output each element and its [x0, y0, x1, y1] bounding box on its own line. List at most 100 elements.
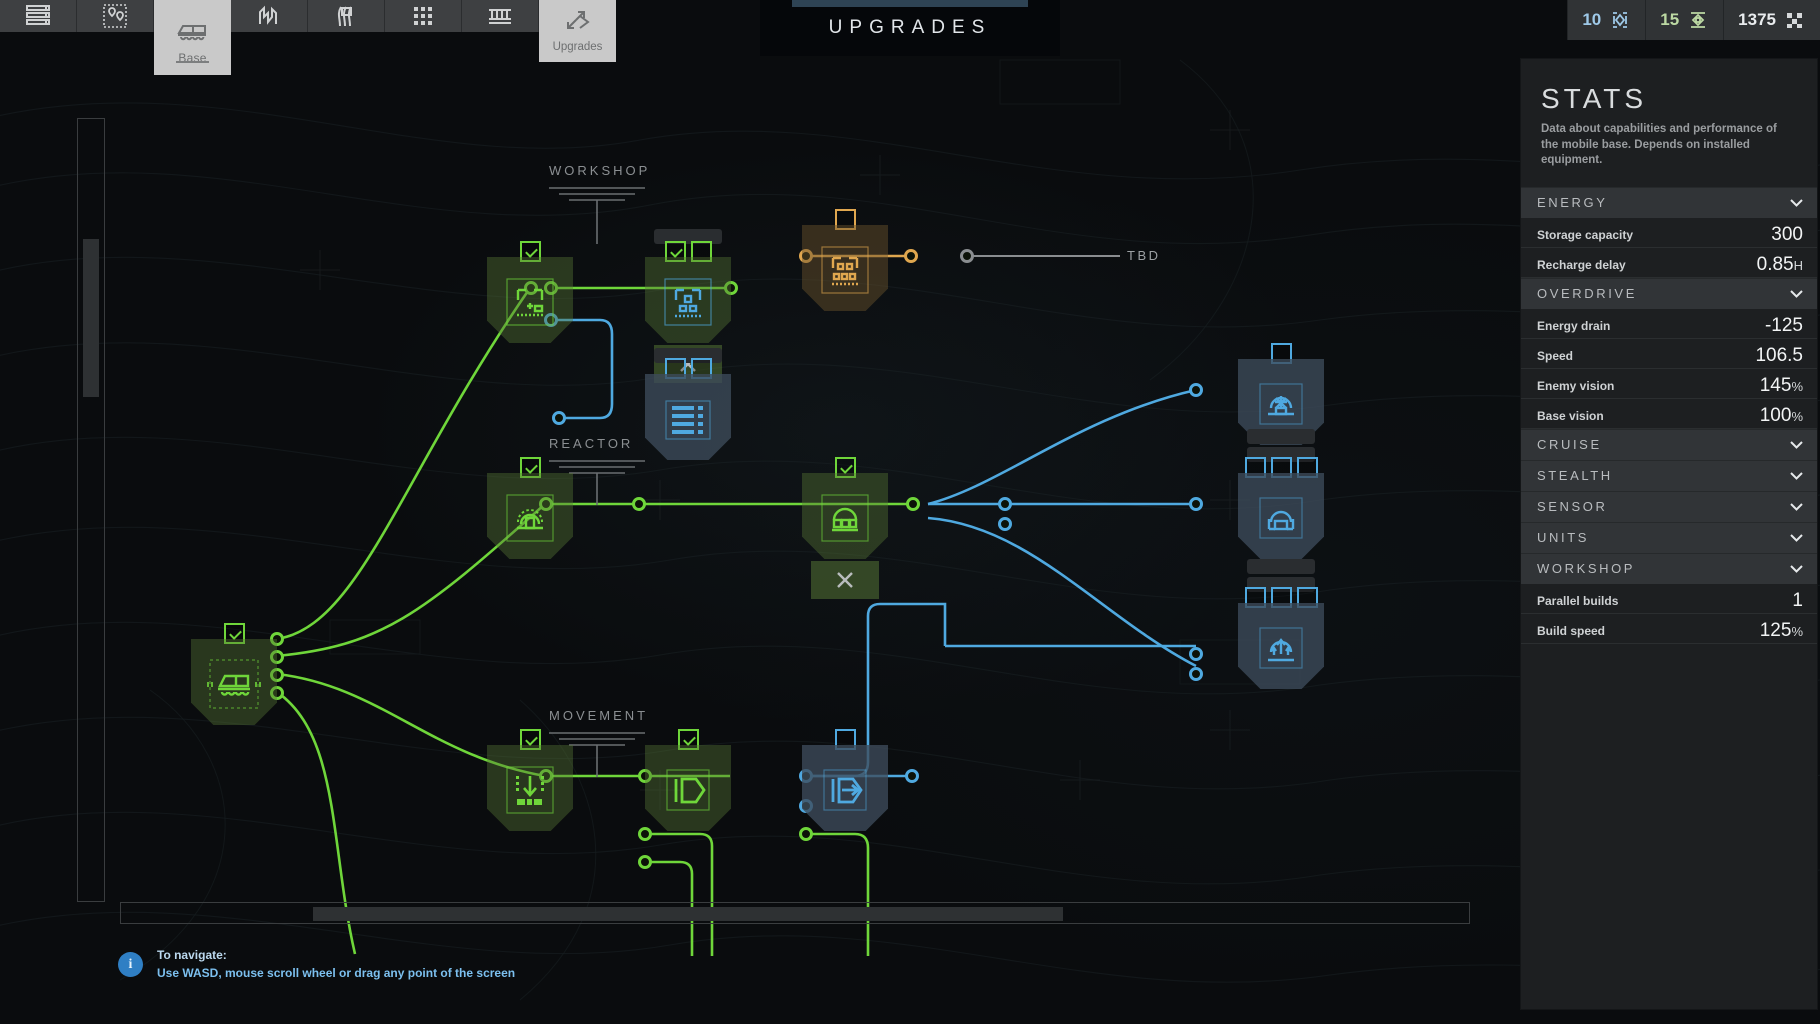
stats-row: Build speed125% — [1521, 614, 1817, 644]
node-workshop-list[interactable] — [645, 374, 731, 460]
node-workshop-1-plate[interactable] — [487, 257, 573, 343]
stats-subtitle: Data about capabilities and performance … — [1541, 122, 1797, 169]
close-icon — [834, 569, 856, 591]
tbd-label: TBD — [1127, 248, 1161, 263]
node-movement-2[interactable] — [645, 745, 731, 831]
horizontal-scrollbar-thumb[interactable] — [313, 907, 1063, 921]
stats-row-value: 300 — [1771, 224, 1803, 247]
node-reactor-2-plate[interactable] — [802, 473, 888, 559]
stats-body: ENERGY Storage capacity 300 Recharge delay 0… — [1521, 187, 1817, 644]
stats-group-sensor[interactable]: SENSOR — [1521, 491, 1817, 522]
node-reactor-shield-plate[interactable] — [1238, 473, 1324, 559]
tab-strip: Base — [0, 0, 616, 32]
tab-map[interactable] — [77, 0, 154, 32]
stats-group-label: STEALTH — [1537, 468, 1613, 483]
node-workshop-list-plate[interactable] — [645, 374, 731, 460]
tab-servers[interactable] — [0, 0, 77, 32]
stats-row-label: Base vision — [1537, 409, 1604, 428]
horizontal-scrollbar[interactable] — [120, 902, 1470, 924]
node-workshop-3[interactable] — [802, 225, 888, 311]
section-label-workshop: WORKSHOP — [549, 163, 650, 178]
stats-group-label: SENSOR — [1537, 499, 1608, 514]
bio-icon — [1687, 9, 1709, 31]
vertical-scrollbar-thumb[interactable] — [83, 239, 99, 397]
stats-group-label: ENERGY — [1537, 195, 1608, 210]
node-reactor-shield-stack-1 — [1247, 429, 1315, 444]
reactor-burst-icon — [1255, 378, 1307, 430]
workshop-icon — [485, 3, 515, 29]
tab-inventory[interactable] — [385, 0, 462, 32]
stats-row-label: Enemy vision — [1537, 379, 1614, 398]
node-movement-3-plate[interactable] — [802, 745, 888, 831]
resource-bar: 10 15 — [1567, 0, 1820, 40]
tab-workshop[interactable] — [462, 0, 539, 32]
reactor-bank-icon — [819, 492, 871, 544]
stats-row-value: 0.85H — [1757, 254, 1803, 277]
stats-row-unit: H — [1794, 258, 1803, 273]
build-queue-icon — [662, 393, 714, 445]
node-reactor-2-cancel-button[interactable] — [811, 561, 879, 599]
stats-row-label: Recharge delay — [1537, 258, 1626, 277]
stats-group-cruise[interactable]: CRUISE — [1521, 429, 1817, 460]
mobile-base-icon — [206, 656, 262, 712]
resource-crystal[interactable]: 10 — [1567, 0, 1645, 40]
stats-row: Speed106.5 — [1521, 339, 1817, 369]
resource-bio-value: 15 — [1660, 10, 1679, 30]
node-movement-1[interactable] — [487, 745, 573, 831]
node-reactor-2[interactable] — [802, 473, 888, 559]
stats-row-label: Storage capacity — [1537, 228, 1633, 247]
tab-upgrades[interactable]: Upgrades — [539, 0, 616, 62]
routes-icon — [331, 2, 361, 30]
node-base-root[interactable] — [191, 639, 277, 725]
stats-row-value: 125% — [1760, 620, 1803, 643]
workshop-mod-icon — [662, 276, 714, 328]
node-workshop-2[interactable] — [645, 257, 731, 343]
resource-crystal-value: 10 — [1582, 10, 1601, 30]
info-icon: i — [118, 952, 143, 977]
node-reactor-shield[interactable] — [1238, 473, 1324, 559]
chevron-down-icon — [1790, 472, 1803, 480]
resource-bio[interactable]: 15 — [1645, 0, 1723, 40]
chevron-down-icon — [1790, 290, 1803, 298]
tab-units[interactable] — [231, 0, 308, 32]
node-reactor-1-plate[interactable] — [487, 473, 573, 559]
node-reactor-1[interactable] — [487, 473, 573, 559]
stats-group-workshop[interactable]: WORKSHOP — [1521, 553, 1817, 584]
tab-upgrades-label: Upgrades — [553, 41, 603, 53]
node-reactor-output-plate[interactable] — [1238, 603, 1324, 689]
node-base-root-plate[interactable] — [191, 639, 277, 725]
stats-panel: STATS Data about capabilities and perfor… — [1520, 58, 1818, 1010]
stats-row: Enemy vision 145% — [1521, 369, 1817, 399]
stats-row-value: -125 — [1765, 315, 1803, 338]
navigation-hint-line1: To navigate: — [157, 947, 515, 964]
stats-row: Storage capacity 300 — [1521, 218, 1817, 248]
stats-row: Parallel builds1 — [1521, 584, 1817, 614]
stats-group-energy[interactable]: ENERGY — [1521, 187, 1817, 218]
node-movement-3[interactable] — [802, 745, 888, 831]
node-movement-2-plate[interactable] — [645, 745, 731, 831]
tab-routes[interactable] — [308, 0, 385, 32]
navigation-hint: i To navigate: Use WASD, mouse scroll wh… — [118, 947, 515, 982]
upgrades-screen: Base — [0, 0, 1820, 1024]
chevron-down-icon — [1790, 199, 1803, 207]
section-deco-workshop — [549, 184, 645, 244]
workshop-add-icon — [504, 276, 556, 328]
upgrades-arrows-icon — [562, 8, 594, 34]
chevron-down-icon — [1790, 565, 1803, 573]
chevron-down-icon — [1790, 441, 1803, 449]
upgrade-tree[interactable]: WORKSHOP REACTOR MOVEMENT TBD — [0, 56, 1490, 966]
node-workshop-3-plate[interactable] — [802, 225, 888, 311]
reactor-shield-icon — [1255, 492, 1307, 544]
stats-row-value: 145% — [1760, 375, 1803, 398]
stats-group-overdrive[interactable]: OVERDRIVE — [1521, 278, 1817, 309]
stats-group-stealth[interactable]: STEALTH — [1521, 460, 1817, 491]
stats-group-units[interactable]: UNITS — [1521, 522, 1817, 553]
resource-scrap[interactable]: 1375 — [1723, 0, 1820, 40]
grid-map-icon — [100, 1, 130, 31]
vertical-scrollbar[interactable] — [77, 118, 105, 902]
node-workshop-1[interactable] — [487, 257, 573, 343]
stats-row-unit: % — [1791, 624, 1803, 639]
node-workshop-2-plate[interactable] — [645, 257, 731, 343]
node-reactor-output[interactable] — [1238, 603, 1324, 689]
node-movement-1-plate[interactable] — [487, 745, 573, 831]
